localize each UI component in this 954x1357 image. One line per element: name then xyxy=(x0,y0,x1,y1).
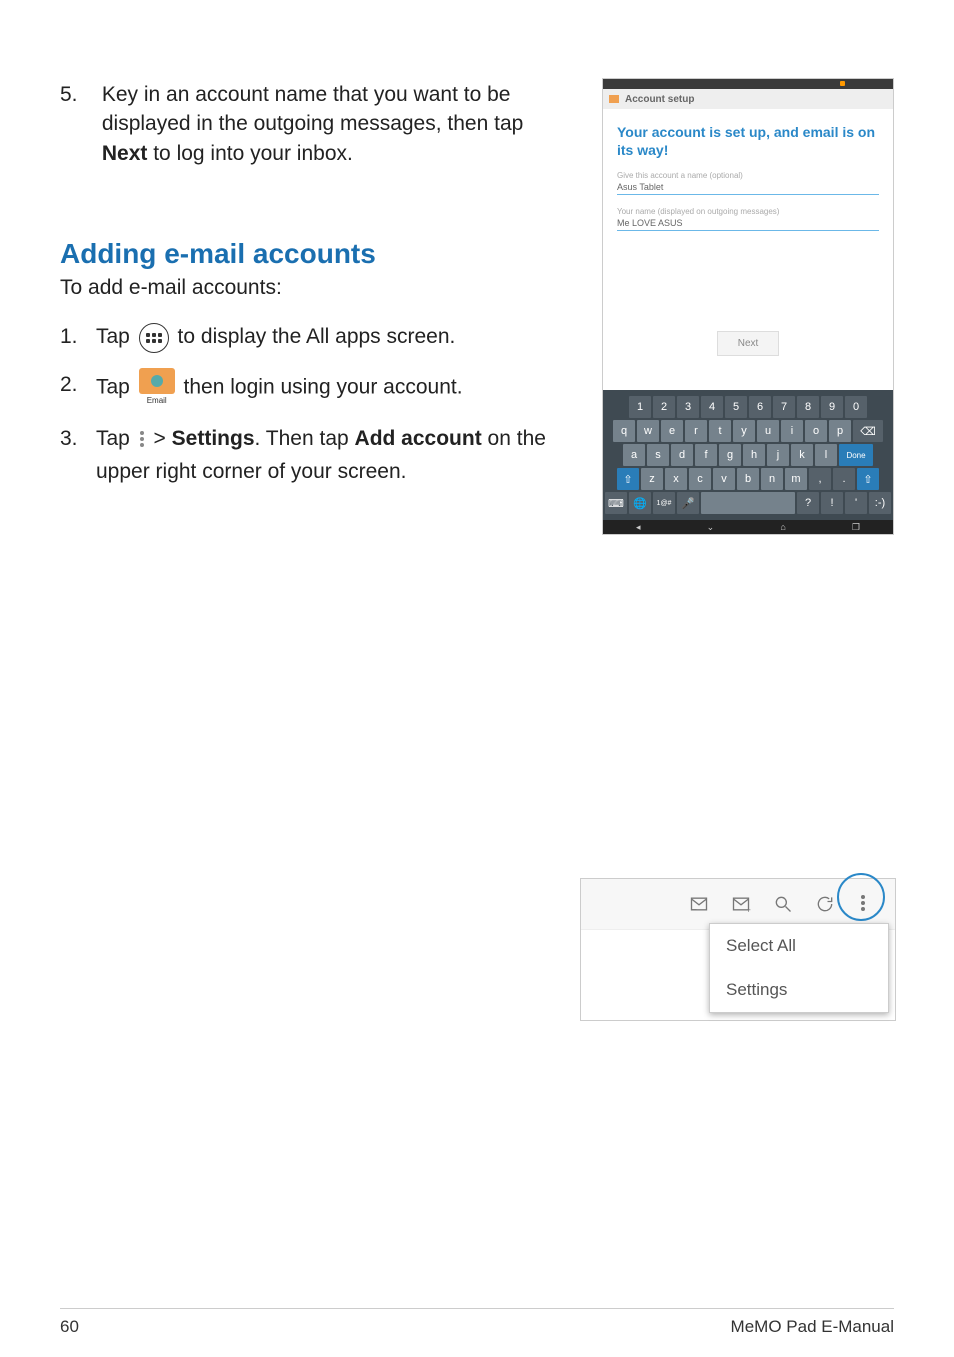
symbols-key[interactable]: 1@# xyxy=(653,492,675,514)
refresh-icon[interactable] xyxy=(815,894,835,914)
step-number: 5. xyxy=(60,80,96,109)
keyboard-key[interactable]: l xyxy=(815,444,837,466)
keyboard-key[interactable]: s xyxy=(647,444,669,466)
keyboard-key[interactable]: e xyxy=(661,420,683,442)
all-apps-icon xyxy=(139,323,169,353)
down-icon[interactable]: ⌄ xyxy=(707,522,715,533)
new-mail-icon[interactable] xyxy=(689,894,709,914)
keyboard-key[interactable]: v xyxy=(713,468,735,490)
page-number: 60 xyxy=(60,1317,79,1337)
keyboard-key[interactable]: 7 xyxy=(773,396,795,418)
manual-title: MeMO Pad E-Manual xyxy=(731,1317,894,1337)
screenshot-account-setup: Account setup Your account is set up, an… xyxy=(602,78,894,535)
backspace-key[interactable]: ⌫ xyxy=(853,420,883,442)
svg-text:+: + xyxy=(746,904,751,914)
keyboard-key[interactable]: b xyxy=(737,468,759,490)
back-icon[interactable]: ◂ xyxy=(636,522,641,533)
shift-key[interactable]: ⇧ xyxy=(617,468,639,490)
menu-item-settings[interactable]: Settings xyxy=(710,968,888,1012)
screenshot-overflow-menu: + Select All Settings xyxy=(580,878,896,1021)
keyboard-key[interactable]: y xyxy=(733,420,755,442)
keyboard-key[interactable]: 2 xyxy=(653,396,675,418)
shift-key[interactable]: ⇧ xyxy=(857,468,879,490)
keyboard-switch-key[interactable]: ⌨ xyxy=(605,492,627,514)
keyboard-key[interactable]: k xyxy=(791,444,813,466)
list-item: 3. Tap > Settings. Then tap Add account … xyxy=(60,422,560,489)
keyboard-key[interactable]: 4 xyxy=(701,396,723,418)
recents-icon[interactable]: ❐ xyxy=(852,522,860,533)
app-header: Account setup xyxy=(603,89,893,109)
keyboard-key[interactable]: g xyxy=(719,444,741,466)
field-label: Give this account a name (optional) xyxy=(617,171,879,180)
keyboard-key[interactable]: j xyxy=(767,444,789,466)
keyboard-key[interactable]: 3 xyxy=(677,396,699,418)
step-number: 3. xyxy=(60,422,96,456)
keyboard-key[interactable]: o xyxy=(805,420,827,442)
keyboard-key[interactable]: q xyxy=(613,420,635,442)
emoji-key[interactable]: :-) xyxy=(869,492,891,514)
keyboard-key[interactable]: f xyxy=(695,444,717,466)
step-number: 2. xyxy=(60,368,96,402)
android-navbar: ◂ ⌄ ⌂ ❐ xyxy=(603,520,893,534)
voice-key[interactable]: 🎤 xyxy=(677,492,699,514)
keyboard-key[interactable]: u xyxy=(757,420,779,442)
on-screen-keyboard: 1 2 3 4 5 6 7 8 9 0 q w e r t y u i o xyxy=(603,390,893,520)
account-name-field[interactable]: Asus Tablet xyxy=(617,180,879,195)
language-key[interactable]: 🌐 xyxy=(629,492,651,514)
compose-icon[interactable]: + xyxy=(731,894,751,914)
keyboard-key[interactable]: i xyxy=(781,420,803,442)
list-item: 1. Tap to display the All apps screen. xyxy=(60,320,560,354)
keyboard-key[interactable]: d xyxy=(671,444,693,466)
keyboard-key[interactable]: r xyxy=(685,420,707,442)
keyboard-key[interactable]: ? xyxy=(797,492,819,514)
keyboard-key[interactable]: , xyxy=(809,468,831,490)
keyboard-key[interactable]: ' xyxy=(845,492,867,514)
keyboard-key[interactable]: m xyxy=(785,468,807,490)
done-key[interactable]: Done xyxy=(839,444,873,466)
highlight-circle xyxy=(837,873,885,921)
keyboard-key[interactable]: w xyxy=(637,420,659,442)
keyboard-key[interactable]: z xyxy=(641,468,663,490)
page-title: Account setup xyxy=(625,94,694,105)
keyboard-key[interactable]: 6 xyxy=(749,396,771,418)
keyboard-key[interactable]: 1 xyxy=(629,396,651,418)
overflow-menu-icon xyxy=(140,431,144,447)
email-app-icon: Email xyxy=(139,368,175,408)
status-bar xyxy=(603,79,893,89)
instruction-step-5: 5. Key in an account name that you want … xyxy=(60,80,560,168)
step-number: 1. xyxy=(60,320,96,354)
keyboard-key[interactable]: 8 xyxy=(797,396,819,418)
keyboard-key[interactable]: t xyxy=(709,420,731,442)
step-text: Key in an account name that you want to … xyxy=(102,83,523,135)
field-label: Your name (displayed on outgoing message… xyxy=(617,207,879,216)
keyboard-key[interactable]: ! xyxy=(821,492,843,514)
keyboard-key[interactable]: 5 xyxy=(725,396,747,418)
setup-headline: Your account is set up, and email is on … xyxy=(617,123,879,159)
keyboard-key[interactable]: x xyxy=(665,468,687,490)
keyboard-key[interactable]: n xyxy=(761,468,783,490)
keyboard-key[interactable]: p xyxy=(829,420,851,442)
next-button[interactable]: Next xyxy=(717,331,780,356)
email-icon xyxy=(609,95,619,103)
keyboard-key[interactable]: 0 xyxy=(845,396,867,418)
home-icon[interactable]: ⌂ xyxy=(780,522,785,532)
step-text: to log into your inbox. xyxy=(153,142,353,165)
page-footer: 60 MeMO Pad E-Manual xyxy=(60,1308,894,1337)
keyboard-key[interactable]: a xyxy=(623,444,645,466)
list-item: 2. Tap Email then login using your accou… xyxy=(60,368,560,408)
keyboard-key[interactable]: 9 xyxy=(821,396,843,418)
search-icon[interactable] xyxy=(773,894,793,914)
keyboard-key[interactable]: . xyxy=(833,468,855,490)
overflow-menu: Select All Settings xyxy=(709,923,889,1013)
menu-item-select-all[interactable]: Select All xyxy=(710,924,888,968)
keyboard-key[interactable]: h xyxy=(743,444,765,466)
space-key[interactable] xyxy=(701,492,795,514)
step-text-bold: Next xyxy=(102,142,148,165)
keyboard-key[interactable]: c xyxy=(689,468,711,490)
display-name-field[interactable]: Me LOVE ASUS xyxy=(617,216,879,231)
